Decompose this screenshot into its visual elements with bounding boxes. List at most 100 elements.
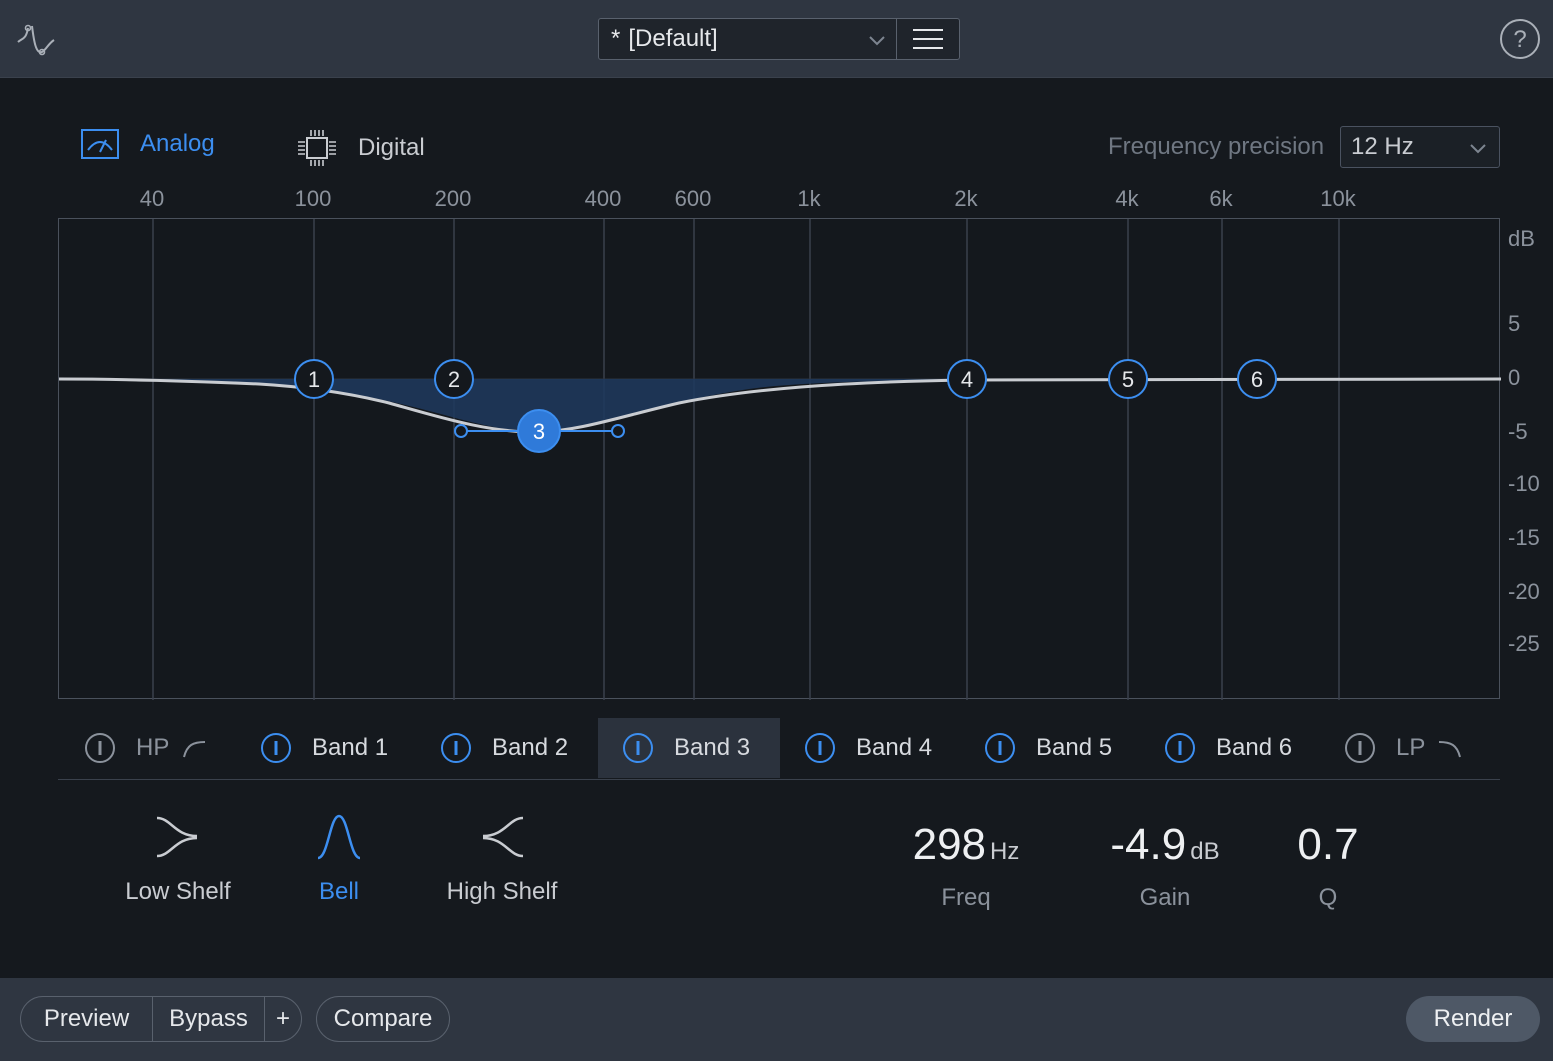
- bottom-bar: Preview Bypass + Compare Render: [0, 978, 1553, 1061]
- band-node[interactable]: 2: [434, 359, 474, 399]
- shape-bell-label: Bell: [318, 878, 360, 905]
- db-axis-label: -10: [1508, 471, 1540, 496]
- chip-icon: [298, 130, 336, 166]
- q-handle-left[interactable]: [454, 424, 468, 438]
- freq-axis-label: 100: [294, 186, 332, 211]
- band-node[interactable]: 5: [1108, 359, 1148, 399]
- tab-hp[interactable]: HP: [84, 718, 244, 778]
- top-bar: * [Default] ?: [0, 0, 1553, 78]
- param-freq[interactable]: 298 Hz Freq: [906, 820, 1026, 912]
- gain-value[interactable]: -4.9: [1110, 820, 1186, 869]
- q-handle-right[interactable]: [611, 424, 625, 438]
- freq-value[interactable]: 298: [913, 820, 986, 869]
- compare-button[interactable]: Compare: [316, 996, 450, 1042]
- preset-selector[interactable]: * [Default]: [598, 18, 960, 60]
- power-icon[interactable]: [622, 732, 654, 764]
- tab-band-3-label: Band 3: [674, 734, 751, 761]
- tab-band-4[interactable]: Band 4: [804, 718, 964, 778]
- eq-fill-area: [153, 379, 967, 432]
- tab-lp-label: LP: [1396, 734, 1426, 761]
- power-icon[interactable]: [804, 732, 836, 764]
- q-label: Q: [1318, 884, 1338, 911]
- power-icon[interactable]: [1164, 732, 1196, 764]
- db-axis-label: 5: [1508, 311, 1521, 336]
- high-pass-curve-icon: [183, 741, 206, 758]
- freq-unit: Hz: [990, 838, 1020, 865]
- grid-lines: [152, 219, 1340, 700]
- tab-band-6-label: Band 6: [1216, 734, 1293, 761]
- band-node[interactable]: 6: [1237, 359, 1277, 399]
- bypass-button[interactable]: Bypass: [153, 997, 265, 1041]
- band-node-label: 6: [1251, 367, 1263, 392]
- tab-lp[interactable]: LP: [1344, 718, 1494, 778]
- power-icon[interactable]: [440, 732, 472, 764]
- db-axis-label: -5: [1508, 419, 1528, 444]
- shape-high-shelf-label: High Shelf: [446, 878, 558, 905]
- frequency-precision-select[interactable]: 12 Hz: [1340, 126, 1500, 168]
- eq-graph[interactable]: 1 2 3 4 5 6: [58, 218, 1501, 700]
- preview-bypass-group: Preview Bypass +: [20, 996, 302, 1042]
- band-node-label: 5: [1122, 367, 1134, 392]
- shape-low-shelf[interactable]: Low Shelf: [108, 812, 248, 906]
- preset-menu-button[interactable]: [897, 19, 959, 59]
- freq-axis-label: 2k: [954, 186, 978, 211]
- band-node[interactable]: 4: [947, 359, 987, 399]
- tab-band-1[interactable]: Band 1: [260, 718, 420, 778]
- render-button[interactable]: Render: [1406, 996, 1540, 1042]
- low-shelf-icon: [156, 816, 198, 858]
- mode-digital-toggle[interactable]: Digital: [296, 128, 425, 168]
- band-node[interactable]: 1: [294, 359, 334, 399]
- mode-digital-label: Digital: [358, 134, 425, 161]
- help-circle-icon[interactable]: ?: [1499, 18, 1541, 60]
- eq-response-curve: [59, 377, 1501, 434]
- shape-low-shelf-label: Low Shelf: [125, 878, 231, 905]
- freq-label: Freq: [941, 884, 991, 911]
- freq-axis-label: 1k: [797, 186, 821, 211]
- eq-curve-logo-icon: [17, 24, 55, 56]
- preset-dropdown[interactable]: * [Default]: [599, 19, 897, 59]
- db-axis-label: 0: [1508, 365, 1521, 390]
- power-icon[interactable]: [260, 732, 292, 764]
- frequency-precision-value: 12 Hz: [1351, 133, 1414, 160]
- param-q[interactable]: 0.7 Q: [1286, 820, 1370, 912]
- high-shelf-icon: [482, 816, 524, 858]
- tab-band-3[interactable]: Band 3: [598, 718, 780, 778]
- chevron-down-icon: [869, 36, 885, 46]
- freq-axis-label: 4k: [1115, 186, 1139, 211]
- svg-text:?: ?: [1513, 26, 1526, 53]
- band-node-label: 4: [961, 367, 973, 392]
- preset-modified-marker: *: [611, 25, 621, 52]
- param-gain[interactable]: -4.9 dB Gain: [1100, 820, 1230, 912]
- gain-unit: dB: [1190, 838, 1220, 865]
- db-axis-label: dB: [1508, 226, 1535, 251]
- band-node-label: 1: [308, 367, 320, 392]
- chevron-down-icon: [1470, 144, 1486, 154]
- bell-icon: [317, 814, 361, 860]
- tab-band-1-label: Band 1: [312, 734, 389, 761]
- db-axis-label: -15: [1508, 525, 1540, 550]
- q-value[interactable]: 0.7: [1297, 820, 1358, 869]
- freq-axis-label: 10k: [1320, 186, 1356, 211]
- preview-button[interactable]: Preview: [21, 997, 153, 1041]
- gain-label: Gain: [1139, 884, 1191, 911]
- preset-name: [Default]: [628, 25, 718, 52]
- freq-axis-label: 600: [674, 186, 712, 211]
- mode-analog-toggle[interactable]: Analog: [80, 128, 215, 160]
- hamburger-menu-icon: [913, 29, 943, 49]
- power-icon[interactable]: [84, 732, 116, 764]
- band-node-selected[interactable]: 3: [517, 409, 561, 453]
- add-button[interactable]: +: [265, 997, 301, 1041]
- freq-axis-label: 200: [434, 186, 472, 211]
- shape-bell[interactable]: Bell: [269, 812, 409, 906]
- tab-band-4-label: Band 4: [856, 734, 933, 761]
- tab-band-6[interactable]: Band 6: [1164, 718, 1324, 778]
- low-pass-curve-icon: [1439, 741, 1462, 758]
- tab-band-2[interactable]: Band 2: [440, 718, 600, 778]
- tab-band-5[interactable]: Band 5: [984, 718, 1144, 778]
- shape-high-shelf[interactable]: High Shelf: [432, 812, 572, 906]
- power-icon[interactable]: [984, 732, 1016, 764]
- tab-band-5-label: Band 5: [1036, 734, 1113, 761]
- power-icon[interactable]: [1344, 732, 1376, 764]
- freq-axis-label: 6k: [1209, 186, 1233, 211]
- tab-band-2-label: Band 2: [492, 734, 569, 761]
